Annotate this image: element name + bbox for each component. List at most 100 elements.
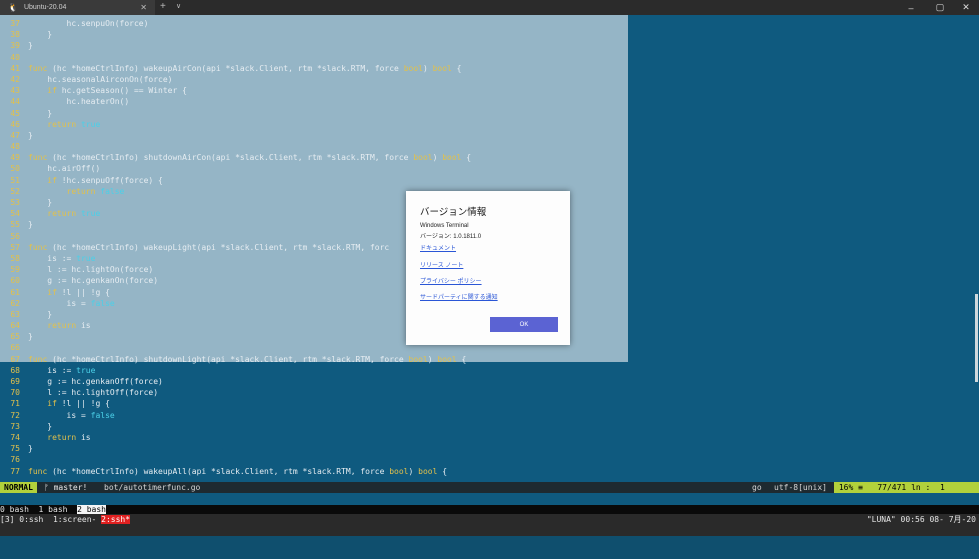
- command-line: [0, 493, 979, 505]
- terminal-tab[interactable]: 🐧 Ubuntu-20.04 ✕: [0, 0, 155, 15]
- close-window-button[interactable]: ✕: [955, 0, 977, 15]
- code-line: 71 if !l || !g {: [0, 398, 979, 409]
- line-number: 63: [10, 309, 20, 319]
- code-text: is = false: [28, 298, 115, 308]
- code-line: 77 func (hc *homeCtrlInfo) wakeupAll(api …: [0, 466, 979, 477]
- code-text: is = false: [28, 410, 115, 420]
- line-number: 53: [10, 198, 20, 207]
- cursor-position: 16% ≡ 77/471 ln : 1: [834, 482, 979, 493]
- code-line: 44 hc.heaterOn(): [0, 96, 979, 107]
- window-1[interactable]: 1 bash: [39, 505, 68, 514]
- code-text: return false: [66, 186, 125, 196]
- title-bar: 🐧 Ubuntu-20.04 ✕ + ∨ – ▢ ✕: [0, 0, 979, 15]
- code-line: 46 return true: [0, 119, 979, 130]
- release-notes-link[interactable]: リリース ノート: [420, 260, 463, 269]
- code-text: if !l || !g {: [47, 287, 110, 297]
- code-text: func (hc *homeCtrlInfo) wakeupLight(api …: [28, 242, 390, 252]
- vim-mode: NORMAL: [0, 482, 37, 493]
- code-line: 50 hc.airOff(): [0, 163, 979, 174]
- line-number: 73: [10, 421, 20, 431]
- line-number: 40: [10, 52, 20, 62]
- code-text: }: [28, 198, 53, 207]
- code-text: }: [28, 220, 33, 230]
- tmux-active-window[interactable]: 2:ssh*: [101, 515, 131, 524]
- code-text: l := hc.lightOff(force): [28, 388, 159, 398]
- code-line: 41 func (hc *homeCtrlInfo) wakeupAirCon(a…: [0, 63, 979, 74]
- code-line: 75}: [0, 443, 979, 454]
- line-number: 59: [10, 265, 20, 275]
- privacy-policy-link[interactable]: プライバシー ポリシー: [420, 276, 482, 285]
- line-number: 57: [10, 242, 20, 252]
- code-line: 39}: [0, 40, 979, 51]
- documentation-link[interactable]: ドキュメント: [420, 243, 456, 252]
- code-text: }: [28, 130, 33, 140]
- code-line: 51 if !hc.senpuOff(force) {: [0, 175, 979, 186]
- third-party-notices-link[interactable]: サードパーティに関する通知: [420, 292, 498, 301]
- code-line: 37 hc.senpuOn(force): [0, 18, 979, 29]
- app-name: Windows Terminal: [420, 223, 469, 229]
- new-tab-button[interactable]: +: [160, 1, 166, 12]
- code-text: }: [28, 108, 53, 118]
- code-text: g := hc.genkanOff(force): [28, 377, 163, 386]
- code-line: 68 is := true: [0, 365, 979, 376]
- window-2-active[interactable]: 2 bash: [77, 505, 106, 514]
- code-line: 70 l := hc.lightOff(force): [0, 387, 979, 398]
- line-number: 41: [10, 63, 20, 73]
- code-line: 40: [0, 52, 979, 63]
- code-line: 74 return is: [0, 432, 979, 443]
- file-encoding: utf-8[unix]: [774, 483, 827, 492]
- line-number: 46: [10, 119, 20, 129]
- code-text: l := hc.lightOn(force): [28, 265, 154, 275]
- code-text: func (hc *homeCtrlInfo) wakeupAirCon(api…: [28, 63, 462, 73]
- code-line: 69 g := hc.genkanOff(force): [0, 376, 979, 387]
- code-text: }: [28, 41, 33, 51]
- code-line: 45 }: [0, 108, 979, 119]
- code-text: if !hc.senpuOff(force) {: [47, 175, 163, 185]
- code-line: 76: [0, 454, 979, 465]
- tab-title: Ubuntu-20.04: [23, 4, 67, 11]
- maximize-button[interactable]: ▢: [929, 0, 951, 15]
- dialog-title: バージョン情報: [420, 207, 487, 218]
- code-line: 38 }: [0, 29, 979, 40]
- close-tab-icon[interactable]: ✕: [140, 3, 147, 12]
- line-number: 68: [10, 365, 20, 375]
- line-number: 76: [10, 455, 20, 465]
- code-text: hc.airOff(): [28, 164, 101, 174]
- code-line: 49 func (hc *homeCtrlInfo) shutdownAirCon…: [0, 152, 979, 163]
- line-number: 67: [10, 354, 20, 364]
- code-line: 73 }: [0, 421, 979, 432]
- line-number: 70: [10, 388, 20, 398]
- code-text: g := hc.genkanOn(force): [28, 276, 159, 286]
- line-number: 64: [10, 321, 20, 331]
- code-line: 47}: [0, 130, 979, 141]
- chevron-down-icon[interactable]: ∨: [176, 2, 181, 10]
- ok-button[interactable]: OK: [490, 317, 558, 332]
- linux-icon: 🐧: [8, 3, 18, 12]
- line-number: 42: [10, 74, 20, 84]
- scrollbar-thumb[interactable]: [975, 294, 978, 382]
- line-number: 38: [10, 30, 20, 40]
- code-text: }: [28, 444, 33, 454]
- line-number: 77: [10, 466, 20, 476]
- line-number: 60: [10, 276, 20, 286]
- about-dialog: バージョン情報 Windows Terminal バージョン: 1.0.1811…: [406, 191, 570, 345]
- screen-window-list: 0 bash 1 bash 2 bash: [0, 505, 979, 514]
- git-branch: ᚠ master!: [44, 483, 88, 492]
- code-text: }: [28, 30, 53, 40]
- app-version: バージョン: 1.0.1811.0: [420, 234, 482, 240]
- line-number: 37: [10, 19, 20, 28]
- line-number: 75: [10, 444, 20, 454]
- code-line: 67 func (hc *homeCtrlInfo) shutdownLight(…: [0, 354, 979, 365]
- code-line: 43 if hc.getSeason() == Winter {: [0, 85, 979, 96]
- tmux-status-bar: [3] 0:ssh 1:screen- 2:ssh* "LUNA" 00:56 0…: [0, 514, 979, 536]
- minimize-button[interactable]: –: [900, 0, 922, 15]
- code-text: func (hc *homeCtrlInfo) shutdownAirCon(a…: [28, 153, 472, 163]
- code-text: }: [28, 421, 53, 431]
- tmux-clock: "LUNA" 00:56 08- 7月-20: [866, 515, 976, 524]
- code-text: if hc.getSeason() == Winter {: [47, 86, 187, 96]
- code-text: is := true: [28, 253, 96, 263]
- code-text: func (hc *homeCtrlInfo) shutdownLight(ap…: [28, 354, 467, 364]
- window-0[interactable]: 0 bash: [0, 505, 29, 514]
- code-text: func (hc *homeCtrlInfo) wakeupAll(api *s…: [28, 466, 448, 476]
- line-number: 43: [10, 86, 20, 96]
